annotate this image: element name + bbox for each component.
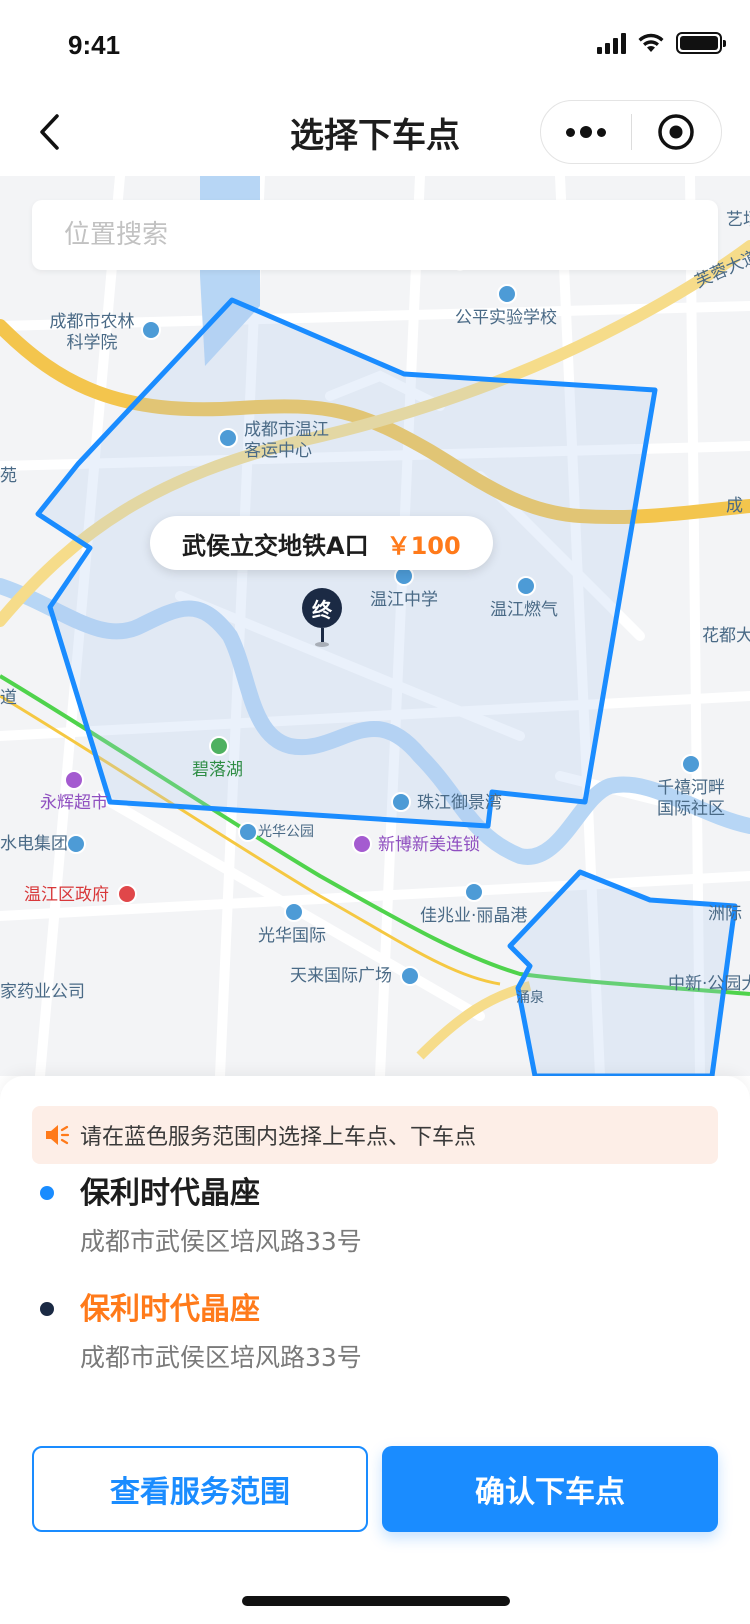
poi-icon bbox=[516, 576, 536, 596]
metro-station-icon bbox=[238, 822, 258, 842]
map-label: 涌泉 bbox=[516, 990, 544, 1006]
poi-icon bbox=[400, 966, 420, 986]
map-label: 花都大 bbox=[702, 626, 750, 646]
map-label: 佳兆业·丽晶港 bbox=[420, 906, 528, 926]
map-label: 洲际 bbox=[708, 904, 742, 924]
miniprogram-capsule bbox=[540, 100, 722, 164]
more-dots-icon bbox=[565, 127, 575, 137]
end-location-pin[interactable]: 终 bbox=[302, 588, 342, 647]
nav-bar: 选择下车点 bbox=[0, 88, 750, 176]
map-label: 温江燃气 bbox=[490, 600, 558, 620]
bubble-location-name: 武侯立交地铁A口 bbox=[182, 531, 369, 560]
poi-icon bbox=[391, 792, 411, 812]
status-bar: 9:41 bbox=[0, 0, 750, 88]
more-button[interactable] bbox=[541, 101, 631, 163]
map-label: 成都市农林 科学院 bbox=[49, 312, 135, 353]
map-label: 道 bbox=[0, 688, 17, 708]
poi-icon bbox=[66, 834, 86, 854]
shop-icon bbox=[352, 834, 372, 854]
map-label: 艺场 bbox=[726, 210, 750, 230]
government-icon bbox=[117, 884, 137, 904]
poi-icon bbox=[141, 320, 161, 340]
status-icons bbox=[597, 32, 726, 54]
shop-icon bbox=[64, 770, 84, 790]
map-label: 温江中学 bbox=[370, 590, 438, 610]
map-label: 光华公园 bbox=[258, 824, 314, 840]
wifi-icon bbox=[638, 33, 664, 52]
close-miniprogram-button[interactable] bbox=[632, 101, 722, 163]
map-label: 新博新美连锁 bbox=[378, 835, 480, 855]
status-time: 9:41 bbox=[68, 30, 121, 60]
notice-text: 请在蓝色服务范围内选择上车点、下车点 bbox=[80, 1125, 477, 1150]
more-dot bbox=[579, 126, 592, 138]
dropoff-location-bubble[interactable]: 武侯立交地铁A口 ￥100 bbox=[150, 516, 493, 570]
more-dot bbox=[596, 127, 606, 137]
location-search-input[interactable] bbox=[32, 200, 718, 270]
pickup-address: 成都市武侯区培风路33号 bbox=[80, 1227, 362, 1256]
view-service-area-button[interactable]: 查看服务范围 bbox=[32, 1446, 368, 1532]
map-label: 中新·公园大 bbox=[668, 974, 750, 994]
map-label: 水电集团 bbox=[0, 834, 68, 854]
poi-icon bbox=[681, 754, 701, 774]
poi-icon bbox=[464, 882, 484, 902]
target-icon bbox=[658, 114, 694, 150]
end-marker-label: 终 bbox=[302, 588, 342, 628]
service-area-notice: 请在蓝色服务范围内选择上车点、下车点 bbox=[32, 1106, 718, 1164]
pin-shadow bbox=[315, 642, 329, 647]
pickup-name: 保利时代晶座 bbox=[80, 1176, 260, 1211]
map-label: 千禧河畔 国际社区 bbox=[657, 778, 725, 819]
map-label: 光华国际 bbox=[258, 926, 326, 946]
pin-stem bbox=[320, 628, 324, 642]
home-indicator bbox=[242, 1596, 510, 1606]
bus-station-icon bbox=[218, 428, 238, 448]
pickup-location[interactable]: 保利时代晶座 成都市武侯区培风路33号 bbox=[40, 1168, 720, 1278]
dropoff-dot-icon bbox=[40, 1302, 54, 1316]
dropoff-address: 成都市武侯区培风路33号 bbox=[80, 1343, 362, 1372]
location-search-box[interactable] bbox=[32, 200, 718, 270]
poi-icon bbox=[284, 902, 304, 922]
speaker-icon bbox=[46, 1125, 70, 1145]
bubble-price: ￥100 bbox=[386, 531, 461, 560]
map-label: 永辉超市 bbox=[40, 793, 108, 813]
park-icon bbox=[209, 736, 229, 756]
pickup-dot-icon bbox=[40, 1186, 54, 1200]
map-label: 公平实验学校 bbox=[455, 308, 557, 328]
map-label: 苑 bbox=[0, 466, 17, 486]
dropoff-name: 保利时代晶座 bbox=[80, 1292, 260, 1327]
map-base bbox=[0, 176, 750, 1076]
map-label: 成都市温江 客运中心 bbox=[244, 420, 329, 461]
map-view[interactable]: 成都市农林 科学院 公平实验学校 成都市温江 客运中心 苑 温江中学 温江燃气 … bbox=[0, 176, 750, 1076]
confirm-dropoff-button[interactable]: 确认下车点 bbox=[382, 1446, 718, 1532]
map-label: 温江区政府 bbox=[24, 885, 109, 905]
map-label: 天来国际广场 bbox=[290, 966, 392, 986]
poi-icon bbox=[497, 284, 517, 304]
map-label: 成 bbox=[726, 496, 743, 516]
dropoff-location[interactable]: 保利时代晶座 成都市武侯区培风路33号 bbox=[40, 1284, 720, 1394]
map-label: 碧落湖 bbox=[192, 760, 243, 780]
cellular-signal-icon bbox=[597, 32, 626, 54]
battery-icon bbox=[676, 32, 726, 54]
map-label: 珠江御景湾 bbox=[417, 793, 502, 813]
map-label: 家药业公司 bbox=[0, 982, 85, 1002]
